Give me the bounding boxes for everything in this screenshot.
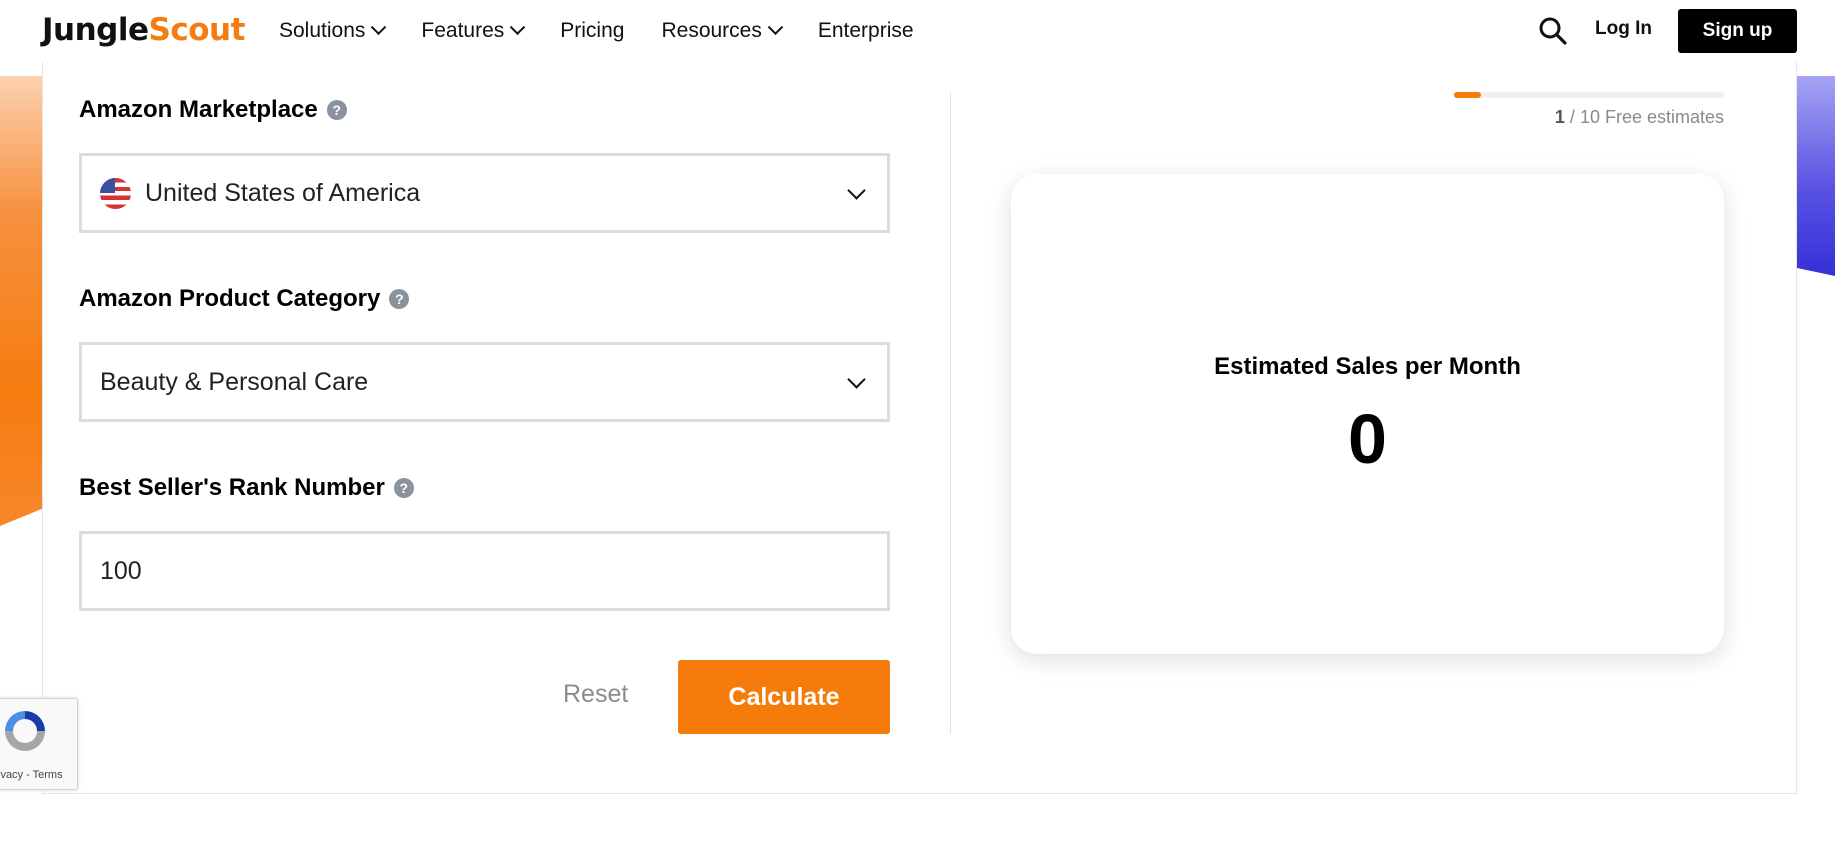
chevron-down-icon: [371, 18, 387, 35]
nav-item-solutions[interactable]: Solutions: [279, 18, 387, 43]
nav-label: Pricing: [560, 19, 625, 42]
marketplace-select[interactable]: United States of America: [79, 153, 890, 233]
rank-label: Best Seller's Rank Number ?: [79, 474, 414, 502]
result-value: 0: [1348, 400, 1387, 478]
column-divider: [950, 92, 951, 734]
rank-value: 100: [100, 556, 142, 585]
logo-text-jungle: Jungle: [42, 12, 149, 48]
site-header: JungleScout Solutions Features Pricing R…: [0, 0, 1835, 62]
nav-item-features[interactable]: Features: [421, 18, 526, 43]
chevron-down-icon: [847, 181, 866, 200]
marketplace-value: United States of America: [145, 178, 421, 207]
nav-label: Resources: [661, 19, 762, 42]
calculate-button[interactable]: Calculate: [678, 660, 890, 734]
reset-button[interactable]: Reset: [563, 680, 628, 709]
estimates-progress-fill: [1454, 92, 1481, 98]
category-select[interactable]: Beauty & Personal Care: [79, 342, 890, 422]
chevron-down-icon: [847, 370, 866, 389]
recaptcha-icon: [5, 711, 45, 751]
nav-item-enterprise[interactable]: Enterprise: [818, 19, 914, 43]
estimates-total: 10 Free estimates: [1579, 107, 1724, 127]
decorative-purple-shape: [1797, 76, 1835, 276]
marketplace-label-text: Amazon Marketplace: [79, 96, 318, 123]
chevron-down-icon: [767, 18, 784, 35]
nav-item-pricing[interactable]: Pricing: [560, 19, 624, 43]
category-value: Beauty & Personal Care: [100, 367, 369, 396]
rank-label-text: Best Seller's Rank Number: [79, 474, 385, 501]
recaptcha-badge[interactable]: Privacy - Terms: [0, 698, 78, 790]
estimates-progress-bar: [1454, 92, 1724, 98]
signup-button[interactable]: Sign up: [1678, 9, 1797, 53]
category-label-text: Amazon Product Category: [79, 285, 381, 312]
help-icon[interactable]: ?: [326, 100, 347, 120]
logo-text-scout: Scout: [148, 12, 246, 48]
decorative-orange-shape: [0, 76, 44, 526]
category-label: Amazon Product Category ?: [79, 285, 410, 313]
search-icon[interactable]: [1538, 16, 1568, 46]
help-icon[interactable]: ?: [389, 289, 410, 309]
nav-label: Solutions: [279, 19, 366, 42]
result-card: Estimated Sales per Month 0: [1011, 174, 1724, 654]
chevron-down-icon: [509, 18, 526, 35]
recaptcha-links[interactable]: Privacy - Terms: [0, 769, 63, 781]
rank-input[interactable]: 100: [79, 531, 890, 611]
result-label: Estimated Sales per Month: [1214, 353, 1521, 380]
nav-item-resources[interactable]: Resources: [661, 18, 784, 43]
help-icon[interactable]: ?: [393, 478, 414, 498]
nav-label: Features: [421, 19, 505, 42]
estimates-counter: 1 / 10 Free estimates: [1555, 107, 1724, 128]
nav-label: Enterprise: [817, 19, 914, 42]
marketplace-label: Amazon Marketplace ?: [79, 96, 347, 124]
estimates-used: 1: [1554, 107, 1565, 127]
us-flag-icon: [100, 177, 131, 209]
main-nav: Solutions Features Pricing Resources Ent…: [279, 0, 951, 62]
login-link[interactable]: Log In: [1595, 18, 1652, 40]
estimates-separator: /: [1564, 107, 1580, 127]
junglescout-logo[interactable]: JungleScout: [42, 12, 245, 48]
